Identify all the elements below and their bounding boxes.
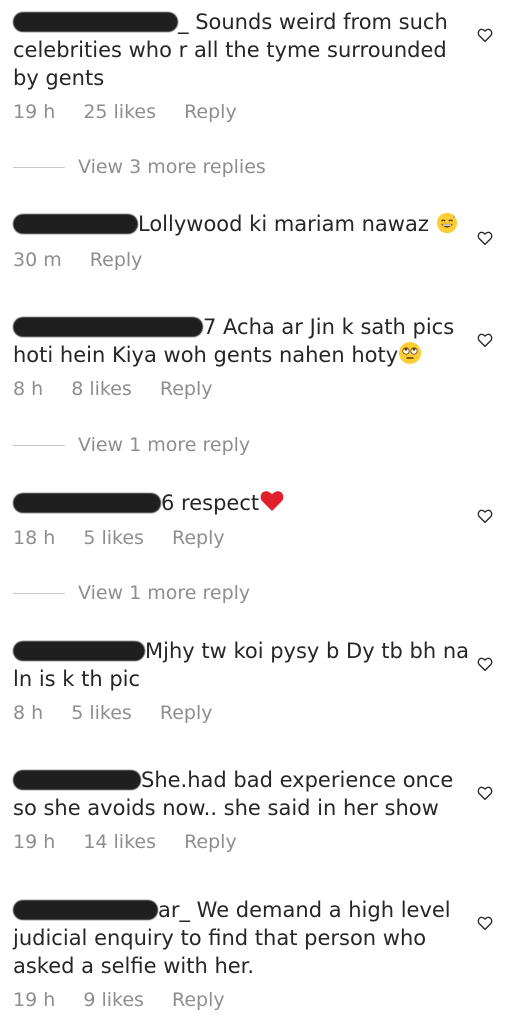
- comment-meta: 8 h 5 likes Reply: [13, 701, 235, 725]
- comment-text: Mjhy tw koi pysy b Dy tb bh na ln is k t…: [13, 637, 473, 693]
- comment-time: 18 h: [13, 527, 56, 549]
- likes-count[interactable]: 8 likes: [71, 378, 132, 400]
- comment-time: 19 h: [13, 831, 56, 853]
- reply-button[interactable]: Reply: [160, 378, 213, 400]
- heart-icon[interactable]: [476, 655, 494, 673]
- likes-count[interactable]: 9 likes: [83, 989, 144, 1011]
- comment-time: 8 h: [13, 702, 44, 724]
- heart-icon[interactable]: [476, 331, 494, 349]
- view-more-replies[interactable]: View 1 more reply: [13, 581, 250, 605]
- redacted-username: [13, 900, 158, 920]
- redacted-username: [13, 493, 161, 513]
- comment-meta: 19 h 9 likes Reply: [13, 988, 247, 1012]
- divider-line: [13, 166, 65, 168]
- likes-count[interactable]: 5 likes: [83, 527, 144, 549]
- grinning-sweat-emoji: [436, 212, 457, 234]
- view-more-replies[interactable]: View 3 more replies: [13, 155, 266, 179]
- view-more-label: View 1 more reply: [78, 434, 251, 456]
- comment-meta: 19 h 14 likes Reply: [13, 830, 259, 854]
- comment-meta: 8 h 8 likes Reply: [13, 377, 235, 401]
- comment-body: 6 respect: [161, 491, 260, 515]
- view-more-replies[interactable]: View 1 more reply: [13, 433, 250, 457]
- reply-button[interactable]: Reply: [160, 702, 213, 724]
- reply-button[interactable]: Reply: [172, 527, 225, 549]
- comment-text: 7 Acha ar Jin k sath pics hoti hein Kiya…: [13, 313, 473, 369]
- likes-count[interactable]: 14 likes: [83, 831, 156, 853]
- comment-meta: 30 m Reply: [13, 248, 164, 272]
- rolling-eyes-emoji: [399, 342, 422, 364]
- comment-time: 19 h: [13, 989, 56, 1011]
- heart-icon[interactable]: [476, 914, 494, 932]
- comment-text: ar_ We demand a high level judicial enqu…: [13, 896, 473, 980]
- comment-time: 30 m: [13, 249, 62, 271]
- reply-button[interactable]: Reply: [184, 831, 237, 853]
- comment-meta: 19 h 25 likes Reply: [13, 100, 259, 124]
- heart-icon[interactable]: [476, 229, 494, 247]
- redacted-username: [13, 317, 203, 337]
- redacted-username: [13, 12, 178, 32]
- divider-line: [13, 592, 65, 594]
- comment-text: _ Sounds weird from such celebrities who…: [13, 10, 455, 90]
- comment-text: Lollywood ki mariam nawaz: [13, 210, 473, 238]
- comment-time: 8 h: [13, 378, 44, 400]
- comment-text: She.had bad experience once so she avoid…: [13, 766, 473, 822]
- comment-text: 6 respect: [13, 489, 473, 517]
- heart-icon[interactable]: [476, 784, 494, 802]
- divider-line: [13, 444, 65, 446]
- reply-button[interactable]: Reply: [172, 989, 225, 1011]
- redacted-username: [13, 770, 141, 790]
- view-more-label: View 1 more reply: [78, 582, 251, 604]
- heart-icon[interactable]: [476, 26, 494, 44]
- reply-button[interactable]: Reply: [90, 249, 143, 271]
- comment-meta: 18 h 5 likes Reply: [13, 526, 247, 550]
- comment-body: Lollywood ki mariam nawaz: [138, 212, 429, 236]
- comment-time: 19 h: [13, 101, 56, 123]
- red-heart-emoji: [260, 491, 284, 511]
- reply-button[interactable]: Reply: [184, 101, 237, 123]
- view-more-label: View 3 more replies: [78, 156, 266, 178]
- redacted-username: [13, 214, 138, 234]
- redacted-username: [13, 641, 145, 661]
- likes-count[interactable]: 25 likes: [83, 101, 156, 123]
- likes-count[interactable]: 5 likes: [71, 702, 132, 724]
- heart-icon[interactable]: [476, 507, 494, 525]
